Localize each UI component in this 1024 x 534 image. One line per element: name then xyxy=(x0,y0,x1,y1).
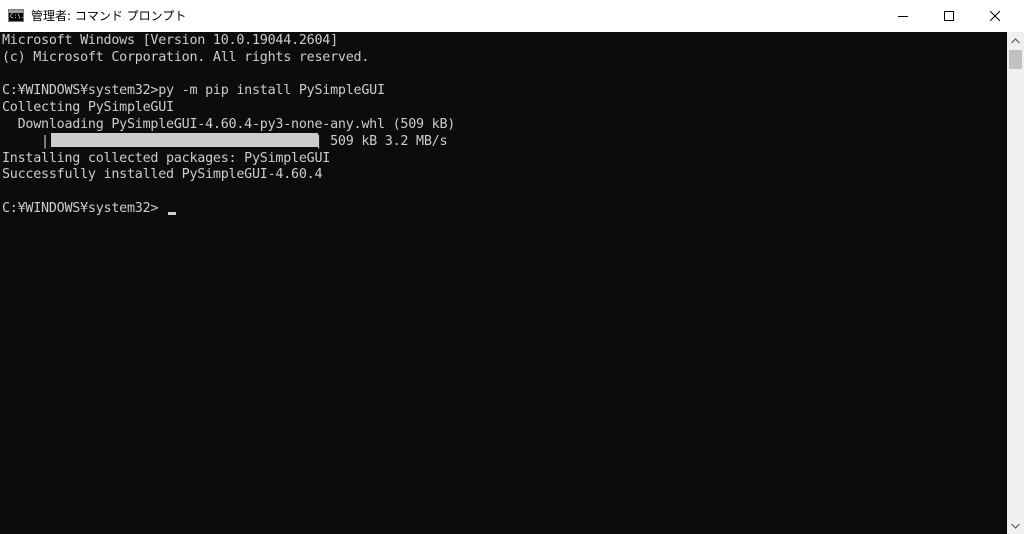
console-line: Microsoft Windows [Version 10.0.19044.26… xyxy=(2,33,338,48)
command-prompt-window: C:\. 管理者: コマンド プロンプト Microsoft Windows [… xyxy=(0,0,1024,534)
close-button[interactable] xyxy=(972,0,1018,32)
console-line: Collecting PySimpleGUI xyxy=(2,100,174,115)
console-output[interactable]: Microsoft Windows [Version 10.0.19044.26… xyxy=(0,32,1007,534)
scroll-thumb[interactable] xyxy=(1009,50,1022,69)
scroll-up-button[interactable] xyxy=(1007,32,1024,49)
scroll-down-button[interactable] xyxy=(1007,517,1024,534)
text-cursor xyxy=(168,212,176,215)
chevron-down-icon xyxy=(1011,523,1020,529)
console-line: Installing collected packages: PySimpleG… xyxy=(2,151,331,166)
maximize-button[interactable] xyxy=(926,0,972,32)
close-icon xyxy=(990,11,1000,21)
chevron-up-icon xyxy=(1011,37,1020,43)
window-title: 管理者: コマンド プロンプト xyxy=(31,9,187,23)
minimize-button[interactable] xyxy=(880,0,926,32)
console-line: Downloading PySimpleGUI-4.60.4-py3-none-… xyxy=(2,117,456,132)
console-line: (c) Microsoft Corporation. All rights re… xyxy=(2,50,370,65)
console-line: C:¥WINDOWS¥system32> xyxy=(2,201,159,216)
minimize-icon xyxy=(898,16,908,17)
maximize-icon xyxy=(944,11,954,21)
title-bar[interactable]: C:\. 管理者: コマンド プロンプト xyxy=(0,0,1024,32)
app-icon-text: C:\. xyxy=(10,13,25,20)
console-line: C:¥WINDOWS¥system32>py -m pip install Py… xyxy=(2,83,385,98)
command-prompt-icon[interactable]: C:\. xyxy=(8,9,24,22)
vertical-scrollbar[interactable] xyxy=(1007,32,1024,534)
console-line: Successfully installed PySimpleGUI-4.60.… xyxy=(2,167,323,182)
download-progress-bar xyxy=(51,133,318,147)
